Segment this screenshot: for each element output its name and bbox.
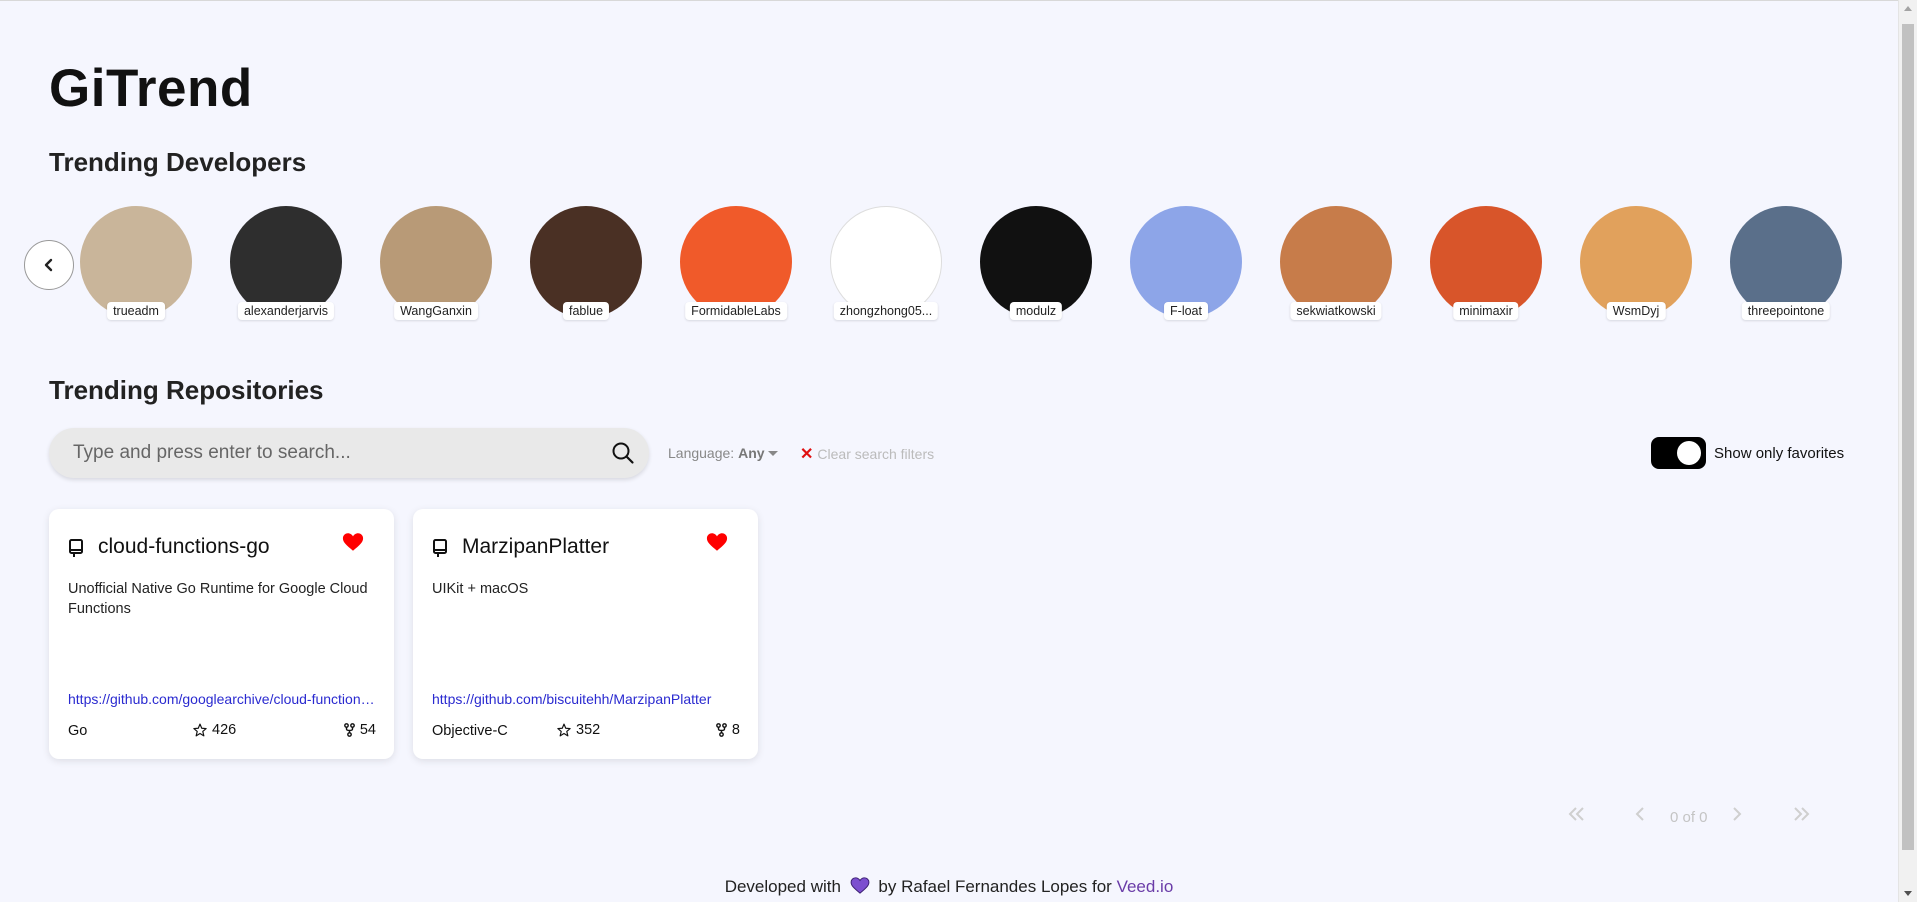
first-page-icon[interactable] [1567,806,1587,822]
developer-name[interactable]: F-loat [1164,302,1208,320]
repo-forks-count: 8 [731,722,740,738]
developer-name[interactable]: minimaxir [1453,302,1519,320]
scroll-down-icon[interactable] [1904,891,1912,896]
footer-brand-link[interactable]: Veed.io [1117,877,1174,896]
fork-icon [343,723,355,737]
developer-item[interactable]: WangGanxin [380,206,492,322]
developer-item[interactable]: threepointone [1730,206,1842,322]
developer-item[interactable]: WsmDyj [1580,206,1692,322]
pagination-status: 0 of 0 [1670,809,1708,826]
next-page-icon[interactable] [1731,806,1743,822]
language-filter-label: Language: [668,445,735,461]
developer-name[interactable]: threepointone [1741,302,1831,320]
repo-name[interactable]: MarzipanPlatter [462,535,609,559]
favorite-heart-icon[interactable] [706,531,728,553]
repo-language: Go [68,723,88,739]
repo-card: cloud-functions-go Unofficial Native Go R… [49,509,394,759]
clear-filters-label: Clear search filters [817,446,935,462]
favorites-toggle-label: Show only favorites [1714,445,1845,462]
search-icon[interactable] [611,441,635,465]
language-filter-value: Any [738,445,765,461]
search-input[interactable] [73,428,593,478]
prev-page-icon[interactable] [1634,806,1646,822]
close-icon: ✕ [800,446,814,463]
scrollbar-thumb[interactable] [1902,24,1914,850]
scrollbar[interactable] [1898,0,1917,902]
favorites-toggle[interactable] [1651,437,1706,469]
developer-name[interactable]: alexanderjarvis [237,302,335,320]
developer-item[interactable]: fablue [530,206,642,322]
repo-forks: 54 [343,722,376,738]
repo-link[interactable]: https://github.com/googlearchive/cloud-f… [68,691,378,707]
repo-icon [69,539,83,557]
footer-prefix: Developed with [724,877,841,896]
repo-link[interactable]: https://github.com/biscuitehh/MarzipanPl… [432,691,742,707]
developer-name[interactable]: WangGanxin [394,302,478,320]
footer-middle: by Rafael Fernandes Lopes for [878,877,1112,896]
repo-stars-count: 352 [576,722,601,738]
developer-item[interactable]: FormidableLabs [680,206,792,322]
developer-item[interactable]: minimaxir [1430,206,1542,322]
repo-description: UIKit + macOS [432,581,529,597]
developer-name[interactable]: WsmDyj [1606,302,1666,320]
star-icon [557,723,571,737]
heart-icon [850,877,870,894]
top-border [0,0,1898,1]
developer-item[interactable]: F-loat [1130,206,1242,322]
repo-description: Unofficial Native Go Runtime for Google … [68,581,368,617]
clear-filters-button[interactable]: ✕ Clear search filters [800,444,934,464]
developer-name[interactable]: modulz [1009,302,1063,320]
developer-item[interactable]: zhongzhong05... [830,206,942,322]
developer-item[interactable]: sekwiatkowski [1280,206,1392,322]
scroll-up-icon[interactable] [1904,6,1912,11]
repositories-section-title: Trending Repositories [49,375,324,405]
repo-stars-count: 426 [212,722,237,738]
favorite-heart-icon[interactable] [342,531,364,553]
language-filter[interactable]: Language: Any [668,445,779,461]
developer-name[interactable]: zhongzhong05... [833,302,939,320]
developers-prev-button[interactable] [24,240,74,290]
developer-item[interactable]: trueadm [80,206,192,322]
search-box [49,428,649,478]
developer-name[interactable]: trueadm [107,302,165,320]
app-title: GiTrend [49,59,253,118]
developer-item[interactable]: modulz [980,206,1092,322]
repo-name[interactable]: cloud-functions-go [98,535,270,559]
chevron-left-icon [44,258,53,272]
footer: Developed with by Rafael Fernandes Lopes… [0,877,1898,897]
repo-icon [433,539,447,557]
repo-forks-count: 54 [359,722,376,738]
developer-item[interactable]: alexanderjarvis [230,206,342,322]
toggle-knob [1677,441,1701,465]
developer-name[interactable]: sekwiatkowski [1290,302,1382,320]
star-icon [193,723,207,737]
developers-section-title: Trending Developers [49,147,307,177]
fork-icon [716,723,727,737]
developer-name[interactable]: fablue [562,302,610,320]
last-page-icon[interactable] [1791,806,1811,822]
caret-down-icon [768,451,779,456]
repo-forks: 8 [716,722,740,738]
repo-card: MarzipanPlatter UIKit + macOS https://gith… [413,509,758,759]
repo-stars: 352 [557,722,600,738]
repo-language: Objective-C [432,723,508,739]
developer-name[interactable]: FormidableLabs [685,302,787,320]
repo-stars: 426 [193,722,236,738]
